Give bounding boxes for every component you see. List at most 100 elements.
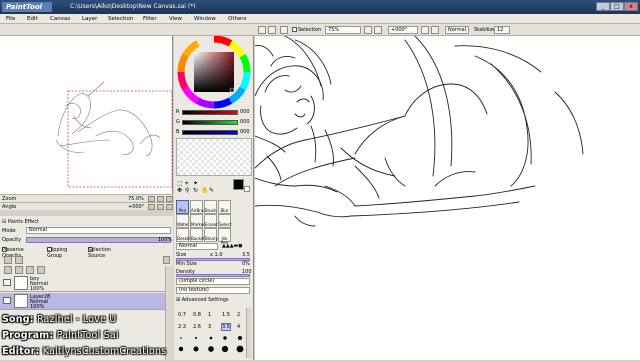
- current-color-swatch[interactable]: [233, 179, 244, 190]
- tool-water[interactable]: Water: [176, 214, 189, 228]
- angle-field[interactable]: +000°: [388, 26, 418, 34]
- selection-checkbox[interactable]: Selection: [292, 27, 321, 33]
- tool-pen[interactable]: Pen: [176, 200, 189, 214]
- r-label: R: [176, 109, 180, 115]
- tool-marker[interactable]: Marker: [190, 214, 205, 228]
- tool-deselect[interactable]: Deselect: [176, 228, 194, 242]
- menu-filter[interactable]: Filter: [143, 16, 157, 22]
- minimize-button[interactable]: _: [596, 2, 610, 11]
- tool-label: Marker: [191, 222, 205, 227]
- zoom-out-icon[interactable]: [374, 26, 382, 34]
- blend-mode-field[interactable]: Normal: [445, 26, 469, 34]
- preset-size[interactable]: 1: [208, 312, 211, 318]
- tool-bucket[interactable]: Bucket: [190, 228, 205, 242]
- g-slider[interactable]: [182, 120, 238, 125]
- preset-size[interactable]: 1.5: [222, 312, 230, 318]
- opacity-slider[interactable]: [26, 237, 171, 243]
- navigator-preview[interactable]: [0, 36, 173, 194]
- tool-select[interactable]: Select: [218, 214, 231, 228]
- paint-effect-header[interactable]: ⊟ Paints Effect: [0, 218, 173, 226]
- close-button[interactable]: x: [624, 2, 638, 11]
- tool-eraser[interactable]: Eraser: [204, 214, 218, 228]
- redo-icon[interactable]: [268, 26, 276, 34]
- menu-edit[interactable]: Edit: [27, 16, 38, 22]
- window-title: C:\Users\Aiko\Desktop\New Canvas.sai (*): [70, 3, 196, 10]
- layer-row-boy[interactable]: boy Normal 100%: [0, 275, 165, 292]
- caption-label: Editor:: [2, 346, 40, 357]
- tool-ink-pen[interactable]: Ink Pen: [218, 228, 231, 245]
- deselect-icon[interactable]: [280, 26, 288, 34]
- rotate-reset-icon[interactable]: [166, 204, 173, 210]
- angle-label: Angle: [2, 204, 17, 210]
- menu-canvas[interactable]: Canvas: [50, 16, 70, 22]
- color-panel: R 000 G 000 B 000 ⬚ ⌖ ✦ ✥ ⚲ ↻ ✋ ✎: [174, 36, 254, 196]
- marquee-icon[interactable]: ⬚: [177, 180, 183, 187]
- brush-edge-icons[interactable]: ▲▲▲▬◼: [222, 243, 242, 249]
- preset-size[interactable]: 0.8: [193, 312, 201, 318]
- secondary-color-swatch[interactable]: [244, 186, 250, 192]
- layer-thumbnail: [14, 294, 28, 308]
- rotate-right-icon[interactable]: [431, 26, 439, 34]
- brush-dot-presets[interactable]: [176, 332, 246, 354]
- rotate-icon[interactable]: ↻: [193, 187, 198, 194]
- visibility-icon[interactable]: [3, 279, 11, 286]
- menu-layer[interactable]: Layer: [82, 16, 97, 22]
- tool-brush[interactable]: Brush: [204, 200, 217, 214]
- b-slider[interactable]: [182, 130, 238, 135]
- menu-selection[interactable]: Selection: [108, 16, 133, 22]
- rotate-minus-icon[interactable]: [148, 204, 155, 210]
- scroll-up-icon[interactable]: [163, 256, 170, 264]
- new-layer-icon[interactable]: [4, 256, 12, 264]
- preset-size[interactable]: 2.6: [193, 324, 201, 330]
- undo-icon[interactable]: [258, 26, 266, 34]
- preset-size[interactable]: 2: [237, 312, 240, 318]
- stabilizer-field[interactable]: 12: [494, 26, 510, 34]
- tool-label: Pen: [178, 208, 187, 213]
- zoom-icon[interactable]: ⚲: [185, 187, 189, 194]
- hand-icon[interactable]: ✋: [201, 187, 208, 194]
- scratchpad[interactable]: [176, 138, 252, 176]
- menu-window[interactable]: Window: [194, 16, 216, 22]
- new-folder-icon[interactable]: [15, 256, 23, 264]
- move-icon[interactable]: ✥: [177, 187, 182, 194]
- tool-blur[interactable]: Blur: [218, 200, 231, 214]
- copy-layer-icon[interactable]: [26, 266, 34, 274]
- clear-layer-icon[interactable]: [15, 266, 23, 274]
- eyedropper-icon[interactable]: ✎: [209, 187, 214, 194]
- magic-wand-icon[interactable]: ✦: [193, 180, 198, 187]
- brush-blend-select[interactable]: Normal: [176, 243, 218, 250]
- drawing-canvas[interactable]: [254, 35, 640, 360]
- opacity-label: Opacity: [2, 237, 22, 243]
- zoom-in-icon[interactable]: [364, 26, 372, 34]
- menu-file[interactable]: File: [6, 16, 15, 22]
- r-slider[interactable]: [182, 110, 238, 115]
- rotate-plus-icon[interactable]: [157, 204, 164, 210]
- advanced-label: Advanced Settings: [181, 297, 229, 303]
- delete-layer-icon[interactable]: [37, 266, 45, 274]
- visibility-icon[interactable]: [3, 297, 11, 304]
- layer-row-layer28[interactable]: Layer28 Normal 100%: [0, 293, 165, 310]
- zoom-field[interactable]: 75%: [325, 26, 361, 34]
- preset-size[interactable]: 3: [208, 324, 211, 330]
- menu-others[interactable]: Others: [228, 16, 246, 22]
- preset-size-selected[interactable]: 3.5: [221, 323, 231, 331]
- brush-preset-scrollbar[interactable]: [246, 308, 252, 358]
- brush-shape-select[interactable]: (simple circle): [176, 278, 250, 285]
- color-wheel[interactable]: [174, 36, 254, 110]
- mode-select[interactable]: Normal: [26, 227, 171, 234]
- advanced-settings-toggle[interactable]: ⊞ Advanced Settings: [176, 297, 229, 303]
- brush-texture-select[interactable]: (no texture): [176, 287, 250, 294]
- density-slider[interactable]: [176, 274, 250, 277]
- tool-binary[interactable]: Binary: [204, 228, 218, 242]
- menu-view[interactable]: View: [169, 16, 182, 22]
- sketch-artwork: [254, 35, 584, 227]
- rotate-left-icon[interactable]: [421, 26, 429, 34]
- layer-opacity: 100%: [30, 304, 45, 310]
- merge-down-icon[interactable]: [4, 266, 12, 274]
- tool-airbrush[interactable]: AirBrush: [190, 200, 208, 214]
- preset-size[interactable]: 2.3: [178, 324, 186, 330]
- preset-size[interactable]: 4: [237, 324, 240, 330]
- maximize-button[interactable]: □: [610, 2, 624, 11]
- preset-size[interactable]: 0.7: [178, 312, 186, 318]
- layer-opacity: 100%: [30, 286, 45, 292]
